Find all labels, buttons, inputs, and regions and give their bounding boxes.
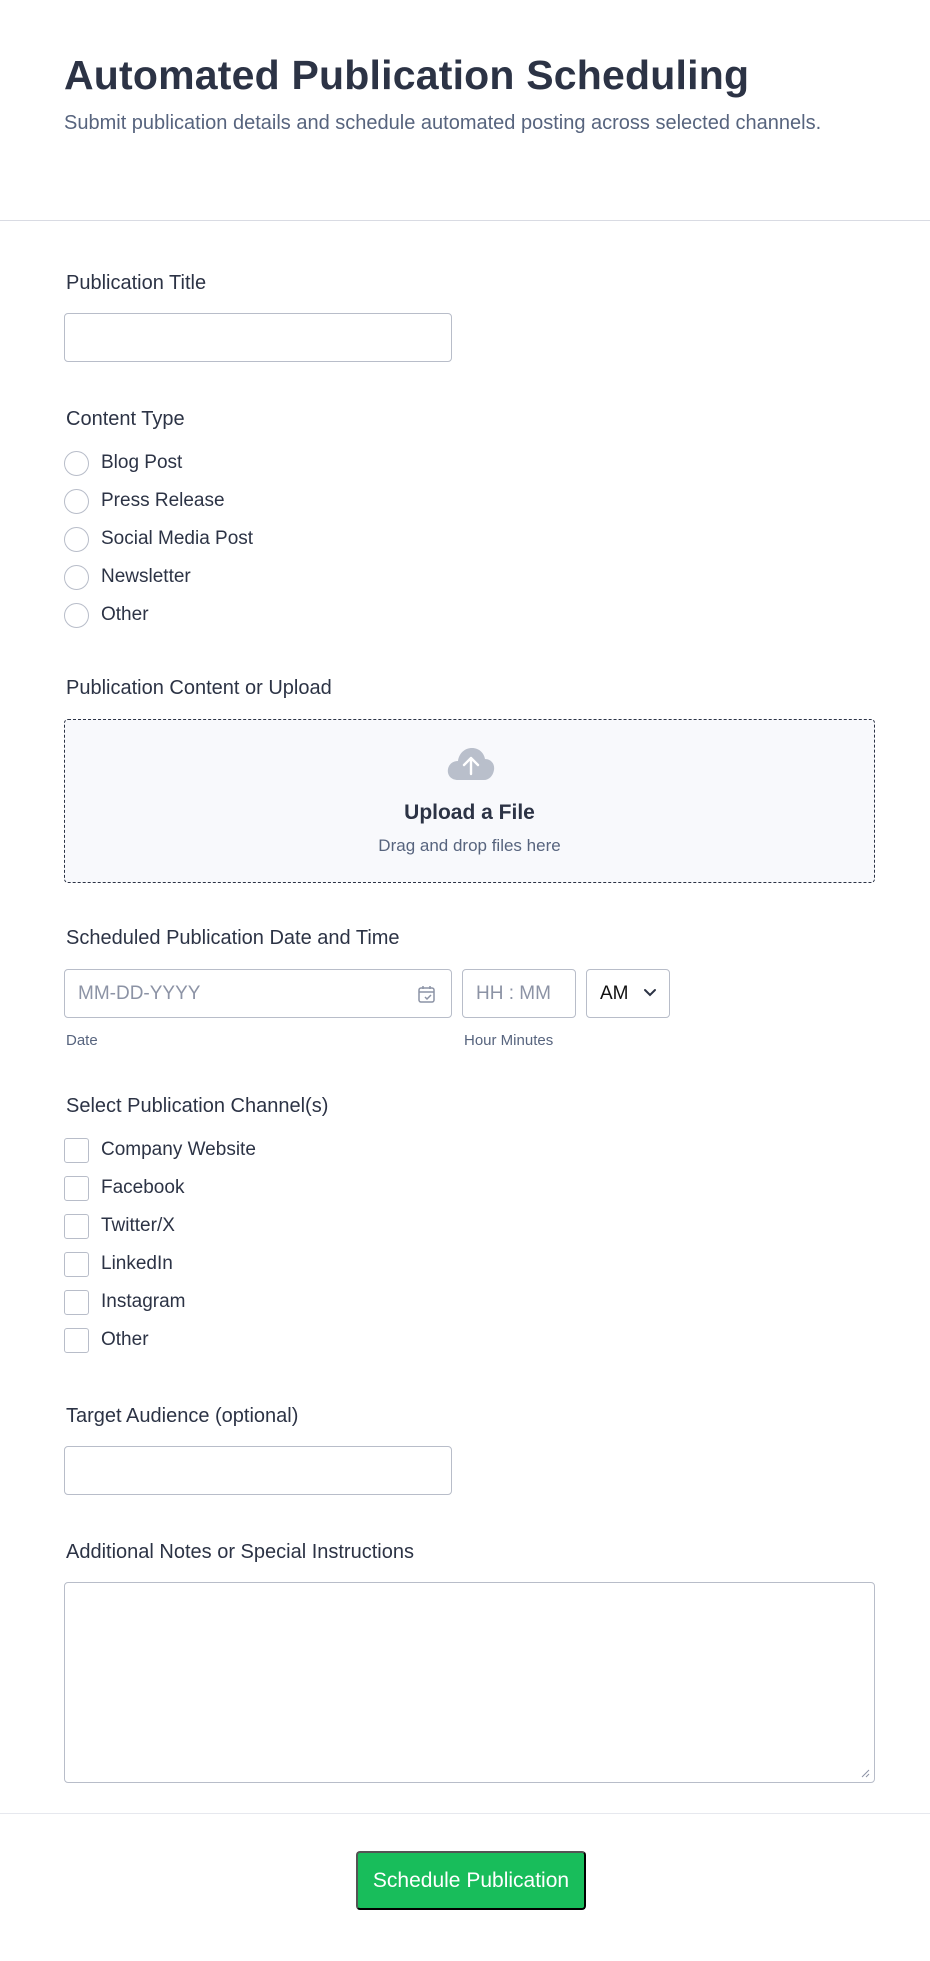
schedule-publication-button[interactable]: Schedule Publication xyxy=(356,1851,586,1910)
channels-label: Select Publication Channel(s) xyxy=(66,1095,329,1117)
page-subtitle: Submit publication details and schedule … xyxy=(64,112,822,134)
time-input[interactable]: HH : MM xyxy=(462,969,576,1018)
upload-subtitle: Drag and drop files here xyxy=(378,836,561,855)
ampm-value: AM xyxy=(600,983,629,1004)
radio-button[interactable] xyxy=(64,564,89,590)
publication-title-input[interactable] xyxy=(64,313,452,362)
checkbox[interactable] xyxy=(64,1213,89,1239)
checkbox-option-other[interactable]: Other xyxy=(64,1327,149,1353)
checkbox[interactable] xyxy=(64,1289,89,1315)
content-type-label: Content Type xyxy=(66,408,185,430)
date-placeholder: MM-DD-YYYY xyxy=(78,983,201,1004)
radio-label: Blog Post xyxy=(101,452,183,473)
time-sublabel: Hour Minutes xyxy=(464,1032,554,1049)
resize-handle-icon[interactable] xyxy=(860,1768,870,1778)
date-sublabel: Date xyxy=(66,1032,98,1049)
file-upload-dropzone[interactable]: Upload a File Drag and drop files here xyxy=(64,719,875,883)
upload-title: Upload a File xyxy=(404,801,535,824)
checkbox-label: Other xyxy=(101,1329,149,1350)
time-placeholder: HH : MM xyxy=(476,983,551,1004)
checkbox[interactable] xyxy=(64,1137,89,1163)
form-header: Automated Publication Scheduling Submit … xyxy=(0,0,930,221)
radio-option-social-media-post[interactable]: Social Media Post xyxy=(64,526,253,552)
radio-option-blog-post[interactable]: Blog Post xyxy=(64,450,182,476)
checkbox-option-twitter-x[interactable]: Twitter/X xyxy=(64,1213,175,1239)
radio-label: Newsletter xyxy=(101,566,191,587)
checkbox-option-instagram[interactable]: Instagram xyxy=(64,1289,185,1315)
notes-textarea[interactable] xyxy=(64,1582,875,1783)
audience-label: Target Audience (optional) xyxy=(66,1405,299,1427)
radio-label: Press Release xyxy=(101,490,225,511)
notes-label: Additional Notes or Special Instructions xyxy=(66,1541,414,1563)
radio-option-other[interactable]: Other xyxy=(64,602,149,628)
radio-button[interactable] xyxy=(64,602,89,628)
page-title: Automated Publication Scheduling xyxy=(64,52,750,98)
radio-option-newsletter[interactable]: Newsletter xyxy=(64,564,191,590)
radio-button[interactable] xyxy=(64,450,89,476)
calendar-icon[interactable] xyxy=(417,984,437,1004)
audience-input[interactable] xyxy=(64,1446,452,1495)
checkbox-label: Instagram xyxy=(101,1291,186,1312)
checkbox-option-company-website[interactable]: Company Website xyxy=(64,1137,256,1163)
ampm-select[interactable]: AM xyxy=(586,969,670,1018)
radio-option-press-release[interactable]: Press Release xyxy=(64,488,225,514)
radio-button[interactable] xyxy=(64,526,89,552)
checkbox-option-linkedin[interactable]: LinkedIn xyxy=(64,1251,173,1277)
checkbox-option-facebook[interactable]: Facebook xyxy=(64,1175,184,1201)
checkbox-label: Company Website xyxy=(101,1139,256,1160)
checkbox[interactable] xyxy=(64,1175,89,1201)
checkbox-label: LinkedIn xyxy=(101,1253,173,1274)
cloud-upload-icon xyxy=(447,748,495,780)
schedule-label: Scheduled Publication Date and Time xyxy=(66,927,400,949)
radio-button[interactable] xyxy=(64,488,89,514)
date-input[interactable]: MM-DD-YYYY xyxy=(64,969,452,1018)
checkbox-label: Facebook xyxy=(101,1177,185,1198)
upload-label: Publication Content or Upload xyxy=(66,677,332,699)
checkbox[interactable] xyxy=(64,1327,89,1353)
footer-divider xyxy=(0,1813,930,1814)
publication-title-label: Publication Title xyxy=(66,272,207,294)
radio-label: Other xyxy=(101,604,149,625)
chevron-down-icon xyxy=(644,989,656,997)
checkbox[interactable] xyxy=(64,1251,89,1277)
radio-label: Social Media Post xyxy=(101,528,254,549)
checkbox-label: Twitter/X xyxy=(101,1215,175,1236)
